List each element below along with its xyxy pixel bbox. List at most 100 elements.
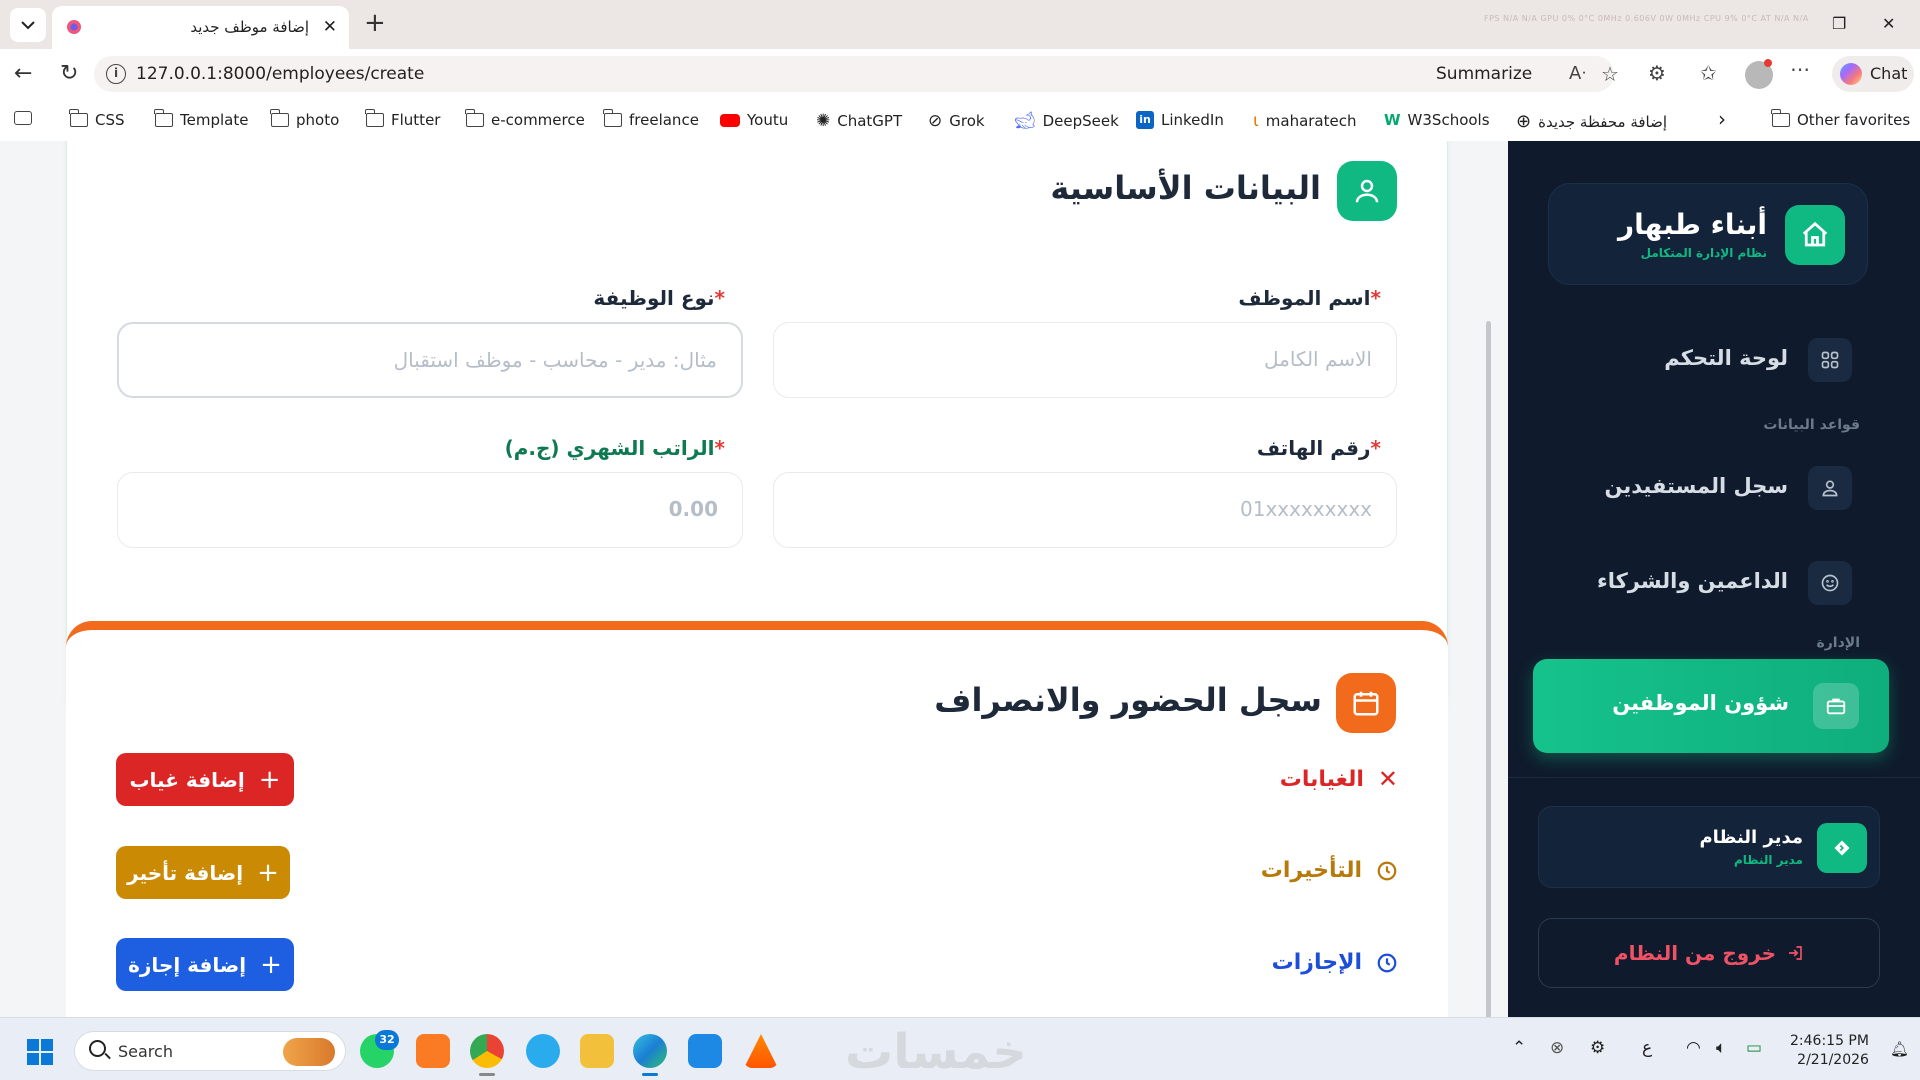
browser-tab-active[interactable]: إضافة موظف جديد ✕ bbox=[52, 6, 349, 49]
back-arrow-icon[interactable]: ← bbox=[14, 63, 32, 85]
restore-window-icon[interactable]: ❐ bbox=[1832, 14, 1846, 33]
chevron-down-icon bbox=[21, 21, 35, 30]
maharatech-icon: ɩ bbox=[1253, 111, 1259, 131]
brand-title: أبناء طبهار bbox=[1617, 208, 1767, 241]
network-error-icon[interactable]: ⊗ bbox=[1550, 1038, 1564, 1058]
taskbar-clock[interactable]: 2:46:15 PM 2/21/2026 bbox=[1790, 1032, 1869, 1070]
globe-icon: ⊕ bbox=[1516, 111, 1532, 132]
summarize-button[interactable]: Summarize bbox=[1436, 64, 1532, 84]
chat-label: Chat bbox=[1870, 64, 1908, 83]
url-text[interactable]: 127.0.0.1:8000/employees/create bbox=[136, 64, 424, 84]
volume-icon[interactable]: 🔈︎ bbox=[1716, 1038, 1726, 1058]
phone-input[interactable]: 01xxxxxxxxx bbox=[773, 472, 1397, 548]
bookmark-grok[interactable]: ⊘ Grok bbox=[928, 111, 985, 131]
bookmark-photo[interactable]: photo bbox=[270, 109, 339, 129]
bookmark-new-wallet[interactable]: ⊕ إضافة محفظة جديدة bbox=[1516, 111, 1667, 132]
clock-icon bbox=[1377, 953, 1397, 972]
clock-time: 2:46:15 PM bbox=[1790, 1033, 1869, 1049]
page-scrollbar[interactable] bbox=[1486, 321, 1491, 1017]
favorites-list-icon[interactable]: ✩ bbox=[1700, 61, 1717, 85]
vlc-app-icon[interactable] bbox=[744, 1034, 778, 1068]
tab-actions-icon[interactable] bbox=[14, 111, 32, 125]
bookmark-ecommerce[interactable]: e-commerce bbox=[465, 109, 585, 129]
notification-bell-icon[interactable]: 🔔︎ bbox=[1890, 1040, 1909, 1058]
smile-icon bbox=[1808, 561, 1852, 605]
grid-icon bbox=[1808, 338, 1852, 382]
logout-icon bbox=[1789, 946, 1802, 960]
sidebar: أبناء طبهار نظام الإدارة المتكامل لوحة ا… bbox=[1508, 141, 1920, 1017]
add-delay-button[interactable]: + إضافة تأخير bbox=[116, 846, 290, 899]
bookmark-css[interactable]: CSS bbox=[69, 109, 125, 129]
salary-input[interactable]: 0.00 bbox=[117, 472, 743, 548]
sidebar-item-dashboard[interactable]: لوحة التحكم bbox=[1548, 328, 1868, 392]
leaves-label: الإجازات bbox=[1271, 950, 1362, 975]
chrome-app-icon[interactable] bbox=[470, 1034, 504, 1068]
bookmark-freelance[interactable]: freelance bbox=[603, 109, 699, 129]
add-absence-button[interactable]: + إضافة غياب bbox=[116, 753, 294, 806]
telegram-app-icon[interactable] bbox=[526, 1034, 560, 1068]
profile-status-dot bbox=[1764, 59, 1772, 67]
employee-name-placeholder: الاسم الكامل bbox=[1263, 347, 1372, 371]
leaves-row: الإجازات bbox=[1272, 950, 1398, 975]
bookmark-linkedin[interactable]: in LinkedIn bbox=[1136, 111, 1224, 129]
calendar-icon bbox=[1336, 673, 1396, 733]
bookmarks-bar: CSS Template photo Flutter e-commerce fr… bbox=[0, 99, 1920, 141]
vscode-app-icon[interactable] bbox=[688, 1034, 722, 1068]
employee-name-label: *اسم الموظف bbox=[1238, 286, 1381, 310]
sidebar-divider bbox=[1508, 777, 1920, 778]
new-tab-button[interactable]: + bbox=[364, 10, 386, 36]
tab-list-menu-button[interactable] bbox=[10, 8, 46, 42]
bookmark-youtube[interactable]: Youtu bbox=[720, 111, 788, 129]
favorite-star-icon[interactable]: ☆ bbox=[1601, 62, 1619, 86]
bookmarks-overflow-chevron-icon[interactable]: › bbox=[1718, 107, 1726, 131]
diamond-icon bbox=[1817, 823, 1867, 873]
extensions-icon[interactable]: ⚙ bbox=[1648, 61, 1666, 85]
site-info-icon[interactable]: i bbox=[106, 64, 126, 84]
file-explorer-app-icon[interactable] bbox=[580, 1034, 614, 1068]
user-icon bbox=[1337, 161, 1397, 221]
brand-subtitle: نظام الإدارة المتكامل bbox=[1640, 246, 1767, 260]
tray-overflow-chevron-icon[interactable]: ⌃ bbox=[1512, 1038, 1526, 1058]
bookmark-deepseek[interactable]: 🐋︎ DeepSeek bbox=[1014, 111, 1119, 131]
wifi-icon[interactable]: ◠ bbox=[1686, 1038, 1701, 1058]
sidebar-item-beneficiaries[interactable]: سجل المستفيدين bbox=[1548, 456, 1868, 520]
bookmark-template[interactable]: Template bbox=[154, 109, 248, 129]
close-window-icon[interactable]: ✕ bbox=[1882, 14, 1895, 33]
bookmark-w3schools[interactable]: W W3Schools bbox=[1384, 111, 1490, 129]
edge-app-icon[interactable] bbox=[633, 1034, 667, 1068]
battery-icon[interactable]: ▭ bbox=[1746, 1038, 1762, 1058]
admin-profile-card[interactable]: مدير النظام مدير النظام bbox=[1538, 806, 1880, 888]
more-menu-icon[interactable]: ⋯ bbox=[1790, 57, 1810, 81]
logout-button[interactable]: خروج من النظام bbox=[1538, 918, 1880, 988]
sidebar-item-supporters[interactable]: الداعمين والشركاء bbox=[1548, 551, 1868, 615]
sidebar-section-admin: الإدارة bbox=[1816, 635, 1860, 651]
sidebar-item-label: الداعمين والشركاء bbox=[1596, 569, 1788, 593]
folder-icon bbox=[154, 109, 173, 127]
bookmark-other-favorites[interactable]: Other favorites bbox=[1771, 109, 1910, 129]
windows-start-icon[interactable] bbox=[27, 1039, 53, 1065]
plus-icon: + bbox=[258, 764, 281, 795]
bookmark-maharatech[interactable]: ɩ maharatech bbox=[1253, 111, 1357, 131]
edge-active-indicator bbox=[642, 1073, 658, 1076]
users-icon bbox=[1808, 466, 1852, 510]
copilot-chat-button[interactable]: Chat bbox=[1832, 56, 1914, 92]
taskbar-search[interactable]: Search bbox=[74, 1031, 346, 1071]
copilot-logo-icon bbox=[1840, 63, 1862, 85]
input-language-indicator[interactable]: ع bbox=[1642, 1038, 1652, 1058]
employee-name-input[interactable]: الاسم الكامل bbox=[773, 322, 1397, 398]
settings-tray-icon[interactable]: ⚙ bbox=[1590, 1038, 1605, 1058]
tab-close-icon[interactable]: ✕ bbox=[323, 17, 337, 37]
chatgpt-icon: ✺ bbox=[816, 111, 831, 131]
bookmark-chatgpt[interactable]: ✺ ChatGPT bbox=[816, 111, 902, 131]
deepseek-icon: 🐋︎ bbox=[1014, 111, 1036, 131]
xampp-app-icon[interactable] bbox=[416, 1034, 450, 1068]
read-aloud-icon[interactable]: Aᐧ bbox=[1569, 63, 1586, 84]
absences-row: ✕ الغيابات bbox=[1280, 765, 1398, 793]
reload-icon[interactable]: ↻ bbox=[60, 63, 78, 85]
address-bar[interactable]: i 127.0.0.1:8000/employees/create Summar… bbox=[94, 56, 1619, 92]
job-type-input[interactable]: مثال: مدير - محاسب - موظف استقبال bbox=[117, 322, 743, 398]
bookmark-flutter[interactable]: Flutter bbox=[365, 109, 440, 129]
sidebar-item-employees[interactable]: شؤون الموظفين bbox=[1533, 659, 1889, 753]
sidebar-item-label: لوحة التحكم bbox=[1664, 346, 1788, 370]
add-leave-button[interactable]: + إضافة إجازة bbox=[116, 938, 294, 991]
